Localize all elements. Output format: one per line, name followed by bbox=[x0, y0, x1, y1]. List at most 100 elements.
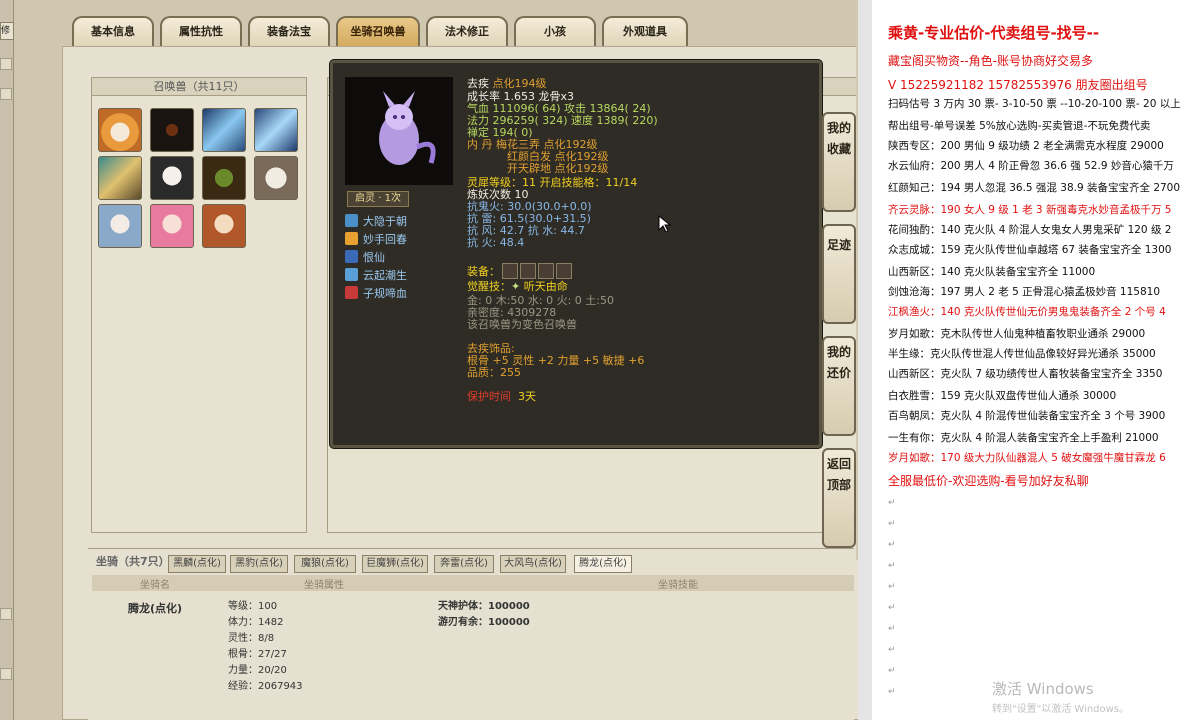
my-favorites-button[interactable]: 我的收藏 bbox=[822, 112, 856, 212]
skill-label: 子规啼血 bbox=[363, 287, 407, 300]
summon-avatar[interactable] bbox=[202, 204, 246, 248]
paragraph-mark: ↵ bbox=[888, 645, 896, 655]
skill-item[interactable]: 恨仙 bbox=[345, 249, 385, 265]
document-line: V 15225921182 15782553976 朋友圈出组号 bbox=[888, 78, 1148, 92]
col-mount-attr: 坐骑属性 bbox=[304, 580, 344, 591]
summon-avatar[interactable] bbox=[150, 204, 194, 248]
document-line: 剑蚀沧海：197 男人 2 老 5 正骨混心猿孟极妙音 115810 bbox=[888, 286, 1161, 298]
tab-spell-correction[interactable]: 法术修正 bbox=[426, 16, 508, 48]
summon-avatar[interactable] bbox=[254, 108, 298, 152]
text-document[interactable]: 乘黄-专业估价-代卖组号-找号-- 藏宝阁买物资--角色-账号协商好交易多 V 1… bbox=[872, 0, 1188, 720]
document-line: 全服最低价-欢迎选购-看号加好友私聊 bbox=[888, 474, 1089, 488]
document-line: 江枫渔火：140 克火队传世仙无价男鬼鬼装备齐全 2 个号 4 bbox=[888, 306, 1166, 318]
resist-fire: 抗 火: 48.4 bbox=[467, 236, 525, 249]
equipment-slot[interactable] bbox=[502, 263, 518, 279]
summon-avatar[interactable] bbox=[98, 156, 142, 200]
summon-detail-tooltip: 启灵 · 1次 大隐于朝 妙手回春 恨仙 云起潮生 子规啼血 去疾 点化194级… bbox=[330, 60, 822, 448]
mount-table-header: 坐骑名 坐骑属性 坐骑技能 bbox=[92, 575, 854, 591]
activate-windows-subtext: 转到"设置"以激活 Windows。 bbox=[992, 704, 1130, 715]
left-edge-slot[interactable] bbox=[0, 58, 12, 70]
mount-tab[interactable]: 奔雷(点化) bbox=[434, 555, 494, 573]
skill-label: 云起潮生 bbox=[363, 269, 407, 282]
summon-avatar[interactable] bbox=[202, 156, 246, 200]
mount-tab[interactable]: 黑豹(点化) bbox=[230, 555, 288, 573]
mount-tab[interactable]: 魔狼(点化) bbox=[294, 555, 356, 573]
my-offers-button[interactable]: 我的还价 bbox=[822, 336, 856, 436]
mount-tab[interactable]: 大风鸟(点化) bbox=[500, 555, 566, 573]
summon-avatar[interactable] bbox=[150, 156, 194, 200]
document-line: 山西新区：克火队 7 级功绩传世人畜牧装备宝宝齐全 3350 bbox=[888, 368, 1163, 380]
mount-skill: 天神护体：100000 bbox=[438, 601, 530, 612]
summon-list: 召唤兽（共11只） bbox=[91, 77, 307, 533]
left-edge-slot[interactable] bbox=[0, 668, 12, 680]
col-mount-name: 坐骑名 bbox=[140, 580, 170, 591]
ornament-quality: 品质：255 bbox=[467, 366, 521, 379]
mount-skill: 游刃有余：100000 bbox=[438, 617, 530, 628]
summon-name: 去疾 bbox=[467, 77, 493, 90]
summon-avatar[interactable] bbox=[150, 108, 194, 152]
document-line: 百鸟朝凤：克火队 4 阶混传世仙装备宝宝齐全 3 个号 3900 bbox=[888, 410, 1166, 422]
left-edge-slot[interactable] bbox=[0, 608, 12, 620]
equipment-slot[interactable] bbox=[538, 263, 554, 279]
mount-tab[interactable]: 巨魔狮(点化) bbox=[362, 555, 428, 573]
back-to-top-button[interactable]: 返回顶部 bbox=[822, 448, 856, 548]
equipment-slot[interactable] bbox=[520, 263, 536, 279]
leaf-icon: ✦ bbox=[511, 280, 524, 293]
paragraph-mark: ↵ bbox=[888, 666, 896, 676]
activate-windows-watermark: 激活 Windows bbox=[992, 680, 1094, 698]
left-edge-slot[interactable] bbox=[0, 88, 12, 100]
tab-basic-info[interactable]: 基本信息 bbox=[72, 16, 154, 48]
document-line: 白衣胜雪：159 克火队双盘传世仙人通杀 30000 bbox=[888, 390, 1117, 402]
paragraph-mark: ↵ bbox=[888, 561, 896, 571]
summon-list-title: 召唤兽（共11只） bbox=[92, 78, 306, 96]
equipment-row: 装备： bbox=[467, 263, 572, 279]
mount-stat: 根骨：27/27 bbox=[228, 649, 287, 660]
summon-avatar[interactable] bbox=[202, 108, 246, 152]
paragraph-mark: ↵ bbox=[888, 582, 896, 592]
mount-tab[interactable]: 黑麟(点化) bbox=[168, 555, 226, 573]
document-line: 水云仙府：200 男人 4 阶正骨忽 36.6 强 52.9 妙音心猿千万 bbox=[888, 160, 1174, 172]
tab-attributes[interactable]: 属性抗性 bbox=[160, 16, 242, 48]
paragraph-mark: ↵ bbox=[888, 687, 896, 697]
awaken-skill-label: 觉醒技： bbox=[467, 280, 511, 293]
tab-child[interactable]: 小孩 bbox=[514, 16, 596, 48]
paragraph-mark: ↵ bbox=[888, 603, 896, 613]
summon-avatar[interactable] bbox=[98, 108, 142, 152]
skill-item[interactable]: 云起潮生 bbox=[345, 267, 407, 283]
summon-level: 点化194级 bbox=[492, 77, 547, 90]
mount-tab-active[interactable]: 腾龙(点化) bbox=[574, 555, 632, 573]
document-line: 半生缘：克火队传世混人传世仙品像较好异光通杀 35000 bbox=[888, 348, 1156, 360]
left-edge-strip: 修正 bbox=[0, 0, 14, 720]
document-line: 陕西专区：200 男仙 9 级功绩 2 老全满需克水程度 29000 bbox=[888, 140, 1164, 152]
footprint-button[interactable]: 足迹 bbox=[822, 224, 856, 324]
summon-avatar[interactable] bbox=[254, 156, 298, 200]
summon-portrait bbox=[345, 77, 453, 185]
mount-stat: 经验：2067943 bbox=[228, 681, 303, 692]
mount-stat: 体力：1482 bbox=[228, 617, 284, 628]
left-edge-button[interactable]: 修正 bbox=[0, 22, 14, 40]
skill-item[interactable]: 大隐于朝 bbox=[345, 213, 407, 229]
document-line: 齐云灵脉：190 女人 9 级 1 老 3 新强毒克水妙音孟极千万 5 bbox=[888, 204, 1172, 216]
skill-label: 妙手回春 bbox=[363, 233, 407, 246]
document-title: 乘黄-专业估价-代卖组号-找号-- bbox=[888, 24, 1100, 42]
skill-item[interactable]: 子规啼血 bbox=[345, 285, 407, 301]
tab-appearance[interactable]: 外观道具 bbox=[602, 16, 688, 48]
equipment-slot[interactable] bbox=[556, 263, 572, 279]
document-line: 众志成城：159 克火队传世仙卓越塔 67 装备宝宝齐全 1300 bbox=[888, 244, 1172, 256]
protect-time-value: 3天 bbox=[518, 390, 536, 403]
color-variant-note: 该召唤兽为变色召唤兽 bbox=[467, 318, 577, 331]
tab-mounts-summons[interactable]: 坐骑召唤兽 bbox=[336, 16, 420, 48]
mount-name: 腾龙(点化) bbox=[128, 602, 183, 615]
equipment-label: 装备： bbox=[467, 265, 500, 278]
paragraph-mark: ↵ bbox=[888, 540, 896, 550]
paragraph-mark: ↵ bbox=[888, 498, 896, 508]
document-line: 藏宝阁买物资--角色-账号协商好交易多 bbox=[888, 54, 1093, 68]
skill-item[interactable]: 妙手回春 bbox=[345, 231, 407, 247]
document-line: 帮出组号-单号误差 5%放心选购-买卖管退-不玩免费代卖 bbox=[888, 120, 1151, 132]
summon-avatar[interactable] bbox=[98, 204, 142, 248]
document-line: 山西新区：140 克火队装备宝宝齐全 11000 bbox=[888, 266, 1096, 278]
document-line: 扫码估号 3 万内 30 票- 3-10-50 票 --10-20-100 票-… bbox=[888, 98, 1181, 110]
tab-equipment[interactable]: 装备法宝 bbox=[248, 16, 330, 48]
awaken-skill-name: 听天由命 bbox=[523, 280, 568, 293]
mount-section-title: 坐骑（共7只） bbox=[96, 555, 170, 568]
